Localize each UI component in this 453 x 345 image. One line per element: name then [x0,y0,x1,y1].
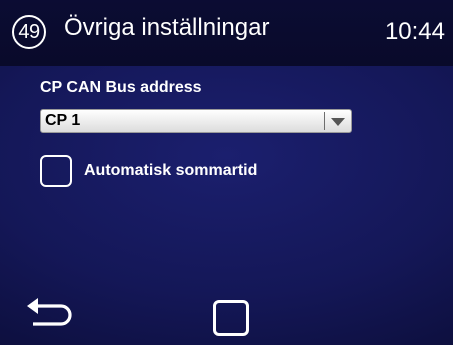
home-square-icon[interactable] [213,300,249,336]
automatic-dst-label[interactable]: Automatisk sommartid [84,162,257,180]
chevron-down-icon [331,118,345,126]
page-number-badge: 49 [12,15,46,49]
clock: 10:44 [384,18,445,45]
back-arrow-icon[interactable] [25,295,75,331]
screen: 49 Övriga inställningar 10:44 CP CAN Bus… [0,0,453,345]
page-title: Övriga inställningar [64,14,270,41]
automatic-dst-checkbox[interactable] [40,155,72,187]
page-number: 49 [18,20,40,43]
can-bus-address-dropdown[interactable]: CP 1 [40,109,352,133]
title-bar: 49 Övriga inställningar 10:44 [0,0,453,66]
can-bus-address-label: CP CAN Bus address [40,79,202,96]
dropdown-divider [324,112,325,130]
can-bus-address-value: CP 1 [45,112,81,129]
